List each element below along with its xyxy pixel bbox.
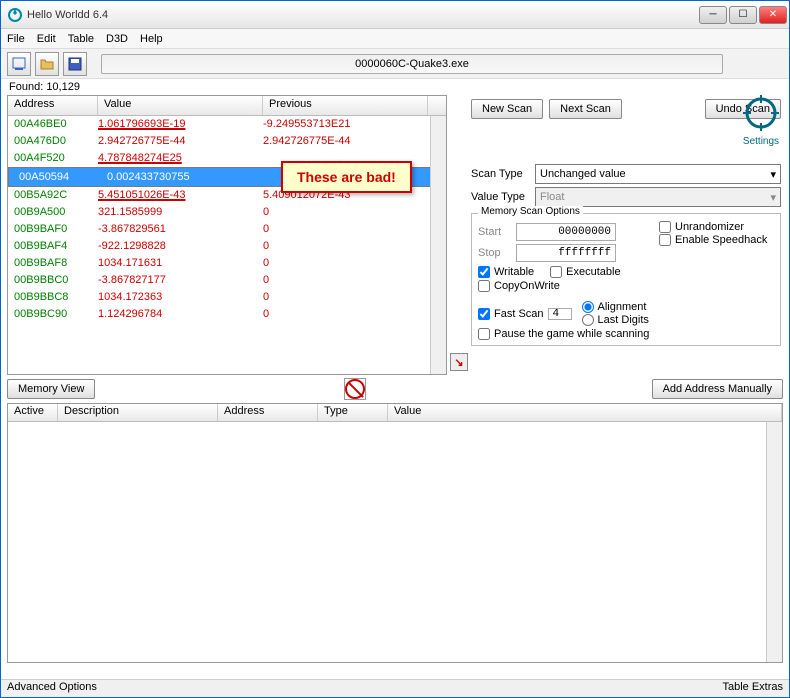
- col-description[interactable]: Description: [58, 404, 218, 421]
- table-row[interactable]: 00B9BBC81034.1723630: [8, 289, 446, 306]
- stop-input[interactable]: [516, 244, 616, 262]
- col-previous[interactable]: Previous: [263, 96, 428, 115]
- col-al-type[interactable]: Type: [318, 404, 388, 421]
- writable-check[interactable]: [478, 266, 490, 278]
- fastscan-check[interactable]: [478, 308, 490, 320]
- copyonwrite-check[interactable]: [478, 280, 490, 292]
- addrlist-scrollbar[interactable]: [766, 422, 782, 662]
- start-label: Start: [478, 226, 512, 238]
- menu-edit[interactable]: Edit: [37, 33, 56, 45]
- value-type-label: Value Type: [471, 191, 531, 203]
- statusbar: Advanced Options Table Extras: [1, 679, 789, 697]
- table-row[interactable]: 00B9BAF81034.1716310: [8, 255, 446, 272]
- executable-check[interactable]: [550, 266, 562, 278]
- col-al-address[interactable]: Address: [218, 404, 318, 421]
- open-process-button[interactable]: [7, 52, 31, 76]
- menu-table[interactable]: Table: [68, 33, 94, 45]
- memory-view-button[interactable]: Memory View: [7, 379, 95, 399]
- table-row[interactable]: 00B9BBC0-3.8678271770: [8, 272, 446, 289]
- maximize-button[interactable]: ☐: [729, 6, 757, 24]
- clear-icon[interactable]: [344, 378, 366, 400]
- window-title: Hello Worldd 6.4: [27, 9, 699, 21]
- add-to-list-button[interactable]: ↘: [450, 353, 468, 371]
- table-row[interactable]: 00B9BC901.1242967840: [8, 306, 446, 323]
- table-extras-link[interactable]: Table Extras: [722, 681, 783, 696]
- table-row[interactable]: 00A476D02.942726775E-442.942726775E-44: [8, 133, 446, 150]
- found-label: Found: 10,129: [1, 79, 789, 95]
- add-address-manually-button[interactable]: Add Address Manually: [652, 379, 783, 399]
- logo[interactable]: Settings: [739, 93, 783, 147]
- table-row[interactable]: 00B9A500321.15859990: [8, 204, 446, 221]
- advanced-options-link[interactable]: Advanced Options: [7, 681, 97, 696]
- stop-label: Stop: [478, 247, 512, 259]
- col-active[interactable]: Active: [8, 404, 58, 421]
- speedhack-check[interactable]: [659, 234, 671, 246]
- results-header: Address Value Previous: [8, 96, 446, 116]
- results-scrollbar[interactable]: [430, 116, 446, 374]
- settings-link[interactable]: Settings: [739, 136, 783, 147]
- next-scan-button[interactable]: Next Scan: [549, 99, 622, 119]
- lastdigits-radio[interactable]: [582, 314, 594, 326]
- menubar: File Edit Table D3D Help: [1, 29, 789, 49]
- fastscan-value[interactable]: [548, 308, 572, 320]
- toolbar: 0000060C-Quake3.exe: [1, 49, 789, 79]
- new-scan-button[interactable]: New Scan: [471, 99, 543, 119]
- memory-scan-options: Memory Scan Options Start Stop Writable …: [471, 213, 781, 346]
- pause-check[interactable]: [478, 328, 490, 340]
- scan-type-label: Scan Type: [471, 168, 531, 180]
- menu-d3d[interactable]: D3D: [106, 33, 128, 45]
- table-row[interactable]: 00B9BAF4-922.12988280: [8, 238, 446, 255]
- scan-type-select[interactable]: Unchanged value▾: [535, 164, 781, 184]
- process-name[interactable]: 0000060C-Quake3.exe: [101, 54, 723, 74]
- close-button[interactable]: ✕: [759, 6, 787, 24]
- table-row[interactable]: 00B9BAF0-3.8678295610: [8, 221, 446, 238]
- menu-file[interactable]: File: [7, 33, 25, 45]
- titlebar: Hello Worldd 6.4 ─ ☐ ✕: [1, 1, 789, 29]
- col-value[interactable]: Value: [98, 96, 263, 115]
- minimize-button[interactable]: ─: [699, 6, 727, 24]
- value-type-select: Float▾: [535, 187, 781, 207]
- alignment-radio[interactable]: [582, 301, 594, 313]
- start-input[interactable]: [516, 223, 616, 241]
- col-address[interactable]: Address: [8, 96, 98, 115]
- unrandomizer-check[interactable]: [659, 221, 671, 233]
- save-button[interactable]: [63, 52, 87, 76]
- annotation-callout: These are bad!: [281, 161, 412, 193]
- results-table: Address Value Previous 00A46BE01.0617966…: [7, 95, 447, 375]
- scan-panel: Settings New Scan Next Scan Undo Scan Sc…: [471, 95, 789, 375]
- app-icon: [7, 7, 23, 23]
- col-al-value[interactable]: Value: [388, 404, 782, 421]
- table-row[interactable]: 00A46BE01.061796693E-19-9.249553713E21: [8, 116, 446, 133]
- open-file-button[interactable]: [35, 52, 59, 76]
- menu-help[interactable]: Help: [140, 33, 163, 45]
- results-body[interactable]: 00A46BE01.061796693E-19-9.249553713E2100…: [8, 116, 446, 374]
- address-list[interactable]: Active Description Address Type Value: [7, 403, 783, 663]
